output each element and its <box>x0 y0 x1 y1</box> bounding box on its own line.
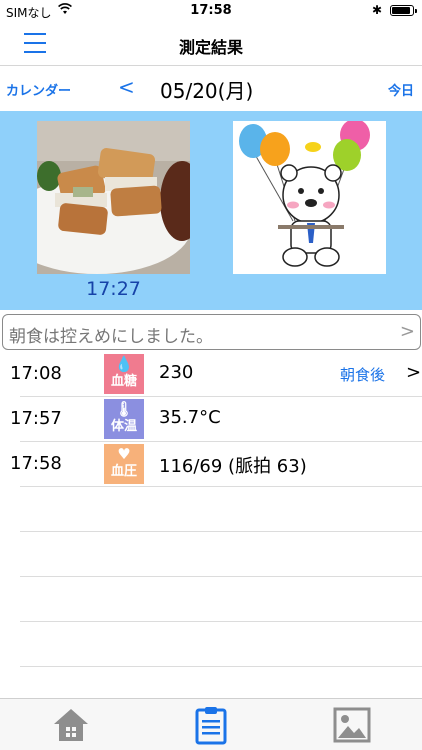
clock: 17:58 <box>190 3 232 18</box>
nav-bar: 測定結果 <box>0 22 422 66</box>
list-item <box>20 532 422 577</box>
list-item <box>20 487 422 532</box>
drop-icon: 💧 <box>114 355 134 373</box>
date-bar: カレンダー < 05/20(月) 今日 <box>0 67 422 111</box>
blood-pressure-badge: ♥ 血圧 <box>104 444 144 484</box>
temperature-badge: 🌡 体温 <box>104 399 144 439</box>
record-value: 35.7°C <box>159 407 221 428</box>
chevron-right-icon: > <box>406 362 422 383</box>
memo-text: 朝食は控えめにしました。 <box>9 327 213 347</box>
photo-area: 17:27 <box>0 111 422 310</box>
calendar-link[interactable]: カレンダー <box>6 80 71 99</box>
current-date: 05/20(月) <box>160 79 254 103</box>
status-bar: SIMなし 17:58 ✱ <box>0 0 422 22</box>
home-icon[interactable] <box>51 705 91 745</box>
record-row-temperature[interactable]: 17:57 🌡 体温 35.7°C <box>10 397 422 442</box>
meal-photo[interactable] <box>37 121 190 274</box>
record-time: 17:57 <box>10 408 62 429</box>
record-value: 116/69 (脈拍 63) <box>159 456 307 477</box>
memo-field[interactable]: 朝食は控えめにしました。 > <box>2 314 421 350</box>
clipboard-icon[interactable] <box>191 705 231 745</box>
photo-time: 17:27 <box>86 278 141 300</box>
heart-icon: ♥ <box>117 445 131 463</box>
thermometer-icon: 🌡 <box>114 400 134 418</box>
record-tag: 朝食後 <box>340 366 386 384</box>
record-value: 230 <box>159 362 194 383</box>
record-row-blood-pressure[interactable]: 17:58 ♥ 血圧 116/69 (脈拍 63) <box>10 442 422 487</box>
record-time: 17:08 <box>10 363 62 384</box>
tab-bar <box>0 698 422 750</box>
battery-icon <box>390 5 417 16</box>
record-row-blood-sugar[interactable]: 17:08 💧 血糖 230 朝食後 > <box>10 352 422 397</box>
page-title: 測定結果 <box>178 38 243 57</box>
image-icon[interactable] <box>332 705 372 745</box>
list-item <box>20 577 422 622</box>
record-time: 17:58 <box>10 453 62 474</box>
chevron-right-icon: > <box>399 321 415 342</box>
records-list: 17:08 💧 血糖 230 朝食後 > 17:57 🌡 体温 35.7°C 1… <box>0 352 422 712</box>
stamp-image[interactable] <box>233 121 386 274</box>
bluetooth-icon: ✱ <box>371 3 382 17</box>
today-button[interactable]: 今日 <box>388 80 414 99</box>
prev-day-button[interactable]: < <box>118 75 135 99</box>
list-item <box>20 622 422 667</box>
blood-sugar-badge: 💧 血糖 <box>104 354 144 394</box>
